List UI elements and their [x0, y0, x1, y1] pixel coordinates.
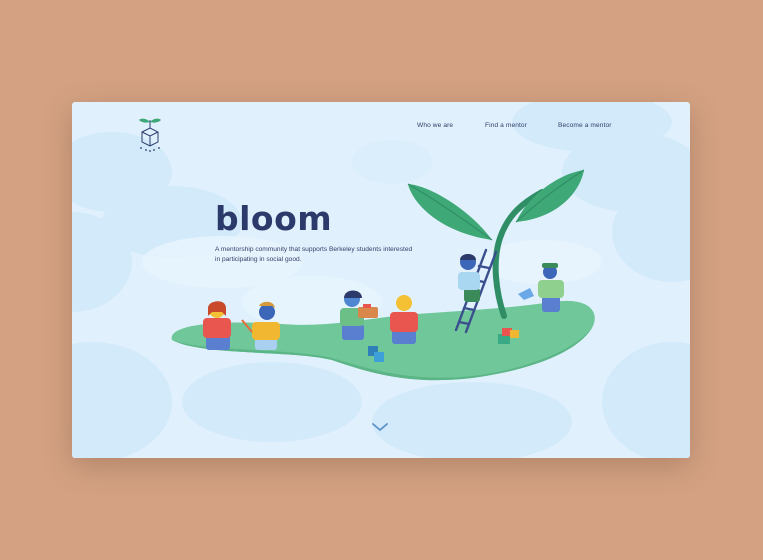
minifig-bald-red-shirt: [390, 295, 418, 344]
hero-illustration: [72, 102, 690, 458]
nav-who-we-are[interactable]: Who we are: [417, 122, 453, 129]
hero-title: bloom: [215, 199, 333, 238]
main-nav: Who we are Find a mentor Become a mentor: [72, 122, 690, 136]
plant-leaf-right: [516, 170, 584, 222]
minifig-climber: [458, 254, 480, 302]
minifig-red-shirt: [203, 301, 231, 350]
chevron-down-icon[interactable]: [370, 420, 390, 434]
nav-find-a-mentor[interactable]: Find a mentor: [485, 122, 527, 129]
hero-tagline: A mentorship community that supports Ber…: [215, 246, 413, 263]
hero-section: Who we are Find a mentor Become a mentor…: [72, 102, 690, 458]
nav-become-a-mentor[interactable]: Become a mentor: [558, 122, 612, 129]
